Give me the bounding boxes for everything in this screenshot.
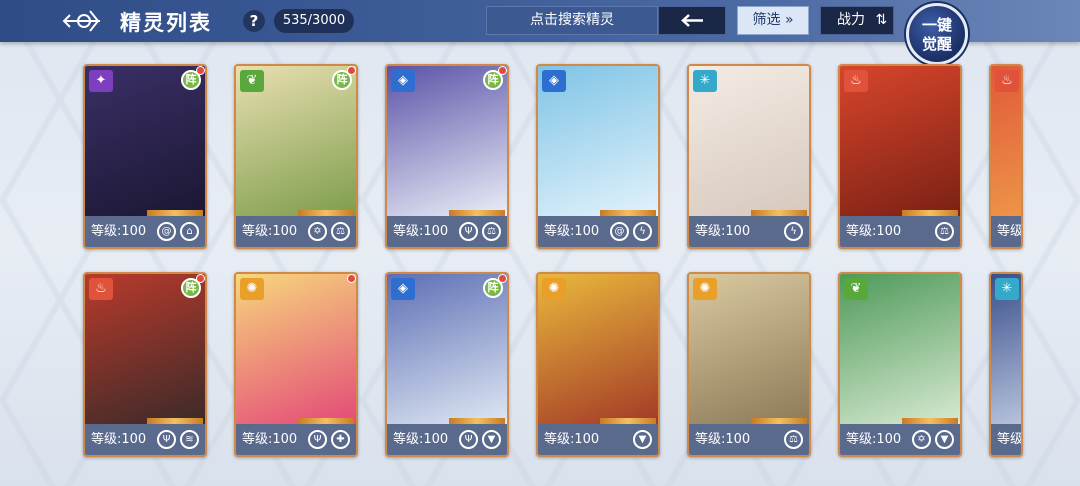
vortex-icon: @: [610, 222, 629, 241]
shield-icon: ▼: [482, 430, 501, 449]
leaf-icon: ❦: [240, 70, 264, 92]
hexagram-icon: ✡: [308, 222, 327, 241]
level-value: 100: [725, 224, 751, 239]
spirit-card[interactable]: ✺ 等级:100 ▼: [536, 272, 660, 457]
notification-dot: [347, 274, 356, 283]
spirit-card[interactable]: ✳ 等级:100 ϟ: [687, 64, 811, 249]
scales-icon: ⚖: [331, 222, 350, 241]
level-label: 等级:: [393, 224, 424, 239]
water-icon: ◈: [542, 70, 566, 92]
bolt-icon: ϟ: [784, 222, 803, 241]
vortex-icon: @: [157, 222, 176, 241]
notification-dot: [196, 66, 205, 75]
spirit-card[interactable]: ✺ 等级:100 ⚖: [687, 272, 811, 457]
spirit-card[interactable]: ◈ 阵等级:100 Ψ ⚖: [385, 64, 509, 249]
level-label: 等级:: [242, 224, 273, 239]
level-label: 等级:: [695, 224, 726, 239]
awaken-label-1: 一键: [921, 16, 952, 34]
collection-count: 535/3000: [274, 9, 354, 33]
level-label: 等级:: [91, 224, 122, 239]
spirit-card[interactable]: ❦ 阵等级:100 ✡ ⚖: [234, 64, 358, 249]
level-value: 100: [574, 224, 600, 239]
cross-icon: ✚: [331, 430, 350, 449]
level-label: 等级:: [91, 432, 122, 447]
bolt-icon: ϟ: [633, 222, 652, 241]
level-value: 100: [876, 432, 902, 447]
claw-icon: ≋: [180, 430, 199, 449]
shield-icon: ▼: [633, 430, 652, 449]
sun-icon: ✺: [693, 278, 717, 300]
level-label: 等级:: [997, 224, 1023, 239]
water-icon: ◈: [391, 70, 415, 92]
spirit-card[interactable]: ◈ 阵等级:100 Ψ ▼: [385, 272, 509, 457]
scales-icon: ⚖: [784, 430, 803, 449]
search-input[interactable]: 点击搜索精灵: [486, 6, 658, 35]
power-label: 战力: [837, 12, 865, 28]
level-value: 100: [272, 224, 298, 239]
flame-icon: ♨: [995, 70, 1019, 92]
level-value: 100: [423, 224, 449, 239]
snowflake-icon: ✳: [995, 278, 1019, 300]
notification-dot: [196, 274, 205, 283]
fork-icon: Ψ: [157, 430, 176, 449]
sort-icon: ⇅: [875, 12, 888, 28]
snowflake-icon: ✳: [693, 70, 717, 92]
sun-icon: ✺: [542, 278, 566, 300]
level-label: 等级:: [544, 432, 575, 447]
scales-icon: ⚖: [935, 222, 954, 241]
back-button[interactable]: [658, 6, 726, 35]
level-bar: 等级:100: [991, 216, 1023, 247]
spirit-card[interactable]: ✳ 等级:100: [989, 272, 1023, 457]
awaken-label-2: 觉醒: [921, 35, 952, 53]
filter-button[interactable]: 筛选 »: [737, 6, 809, 35]
fork-icon: Ψ: [308, 430, 327, 449]
level-value: 100: [574, 432, 600, 447]
sort-power-button[interactable]: 战力 ⇅: [820, 6, 894, 35]
level-value: 100: [876, 224, 902, 239]
notification-dot: [498, 274, 507, 283]
level-label: 等级:: [242, 432, 273, 447]
level-value: 100: [423, 432, 449, 447]
level-label: 等级:: [846, 224, 877, 239]
water-icon: ◈: [391, 278, 415, 300]
level-value: 100: [272, 432, 298, 447]
level-bar: 等级:100: [991, 424, 1023, 455]
spirit-card[interactable]: ♨ 等级:100 ⚖: [838, 64, 962, 249]
arrow-left-icon: [681, 14, 703, 27]
spirit-card[interactable]: ✺ 等级:100 Ψ ✚: [234, 272, 358, 457]
chevron-down-icon: »: [784, 12, 794, 28]
fork-icon: Ψ: [459, 430, 478, 449]
notification-dot: [498, 66, 507, 75]
spirit-card[interactable]: ◈ 等级:100 @ ϟ: [536, 64, 660, 249]
spirit-card[interactable]: ❦ 等级:100 ✡ ▼: [838, 272, 962, 457]
shield-icon: ▼: [935, 430, 954, 449]
sun-icon: ✺: [240, 278, 264, 300]
page-title: 精灵列表: [120, 11, 212, 35]
help-button[interactable]: ?: [243, 10, 265, 32]
shadow-icon: ✦: [89, 70, 113, 92]
spirit-card[interactable]: ♨ 阵等级:100 Ψ ≋: [83, 272, 207, 457]
fork-icon: Ψ: [459, 222, 478, 241]
back-arrow-logo-icon[interactable]: [60, 4, 108, 38]
level-value: 100: [725, 432, 751, 447]
level-label: 等级:: [997, 432, 1023, 447]
tower-icon: ⌂: [180, 222, 199, 241]
level-value: 100: [121, 432, 147, 447]
notification-dot: [347, 66, 356, 75]
scales-icon: ⚖: [482, 222, 501, 241]
spirit-card[interactable]: ✦ 阵等级:100 @ ⌂: [83, 64, 207, 249]
hexagram-icon: ✡: [912, 430, 931, 449]
level-label: 等级:: [846, 432, 877, 447]
filter-label: 筛选: [752, 12, 781, 28]
level-value: 100: [121, 224, 147, 239]
spirit-card[interactable]: ♨ 等级:100: [989, 64, 1023, 249]
level-label: 等级:: [695, 432, 726, 447]
one-key-awaken-button[interactable]: 一键 觉醒: [906, 3, 968, 65]
leaf-icon: ❦: [844, 278, 868, 300]
level-label: 等级:: [393, 432, 424, 447]
flame-icon: ♨: [89, 278, 113, 300]
flame-icon: ♨: [844, 70, 868, 92]
level-label: 等级:: [544, 224, 575, 239]
